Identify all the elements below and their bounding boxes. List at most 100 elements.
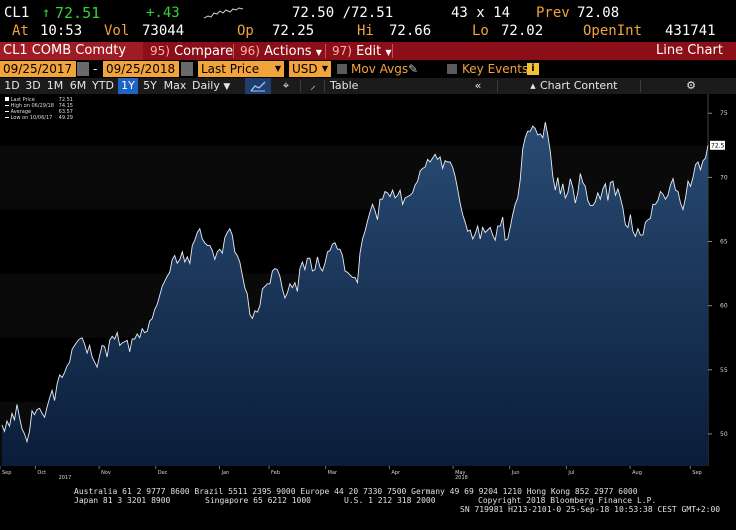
up-arrow-icon: ↑ xyxy=(42,5,51,21)
y-tick-label: 60 xyxy=(720,303,728,310)
caret-down-icon: ▼ xyxy=(385,48,392,57)
open-interest-label: OpenInt xyxy=(583,23,643,39)
start-date-field[interactable]: 09/25/2017 xyxy=(0,61,76,77)
legend-swatch xyxy=(5,105,9,106)
frequency-value: Daily xyxy=(192,79,220,92)
footer-us: U.S. 1 212 318 2000 xyxy=(344,496,436,505)
open-price: 72.25 xyxy=(272,23,315,39)
last-price-tag-text: 72.51 xyxy=(711,142,728,149)
divider xyxy=(324,80,325,92)
open-interest: 431741 xyxy=(665,23,716,39)
cursor-icon[interactable]: ⸝ xyxy=(306,78,320,94)
calendar-icon[interactable] xyxy=(181,62,193,76)
info-icon[interactable]: i xyxy=(527,63,539,75)
line-chart-icon[interactable] xyxy=(245,78,271,94)
period-button[interactable]: 6M xyxy=(68,78,88,94)
divider xyxy=(233,44,234,58)
currency-value: USD xyxy=(292,62,318,76)
gear-icon[interactable]: ⚙ xyxy=(684,78,698,94)
caret-down-icon: ▼ xyxy=(315,48,322,57)
period-button-active[interactable]: 1Y xyxy=(118,78,138,94)
mov-avgs-checkbox[interactable] xyxy=(337,64,347,74)
x-tick-label: Sep xyxy=(2,470,11,476)
y-tick-label: 70 xyxy=(720,174,728,181)
y-tick-label: 50 xyxy=(720,431,728,438)
y-tick-label: 65 xyxy=(720,239,728,246)
legend-swatch xyxy=(5,97,9,101)
end-date-field[interactable]: 09/25/2018 xyxy=(103,61,179,77)
caret-down-icon: ▼ xyxy=(274,64,281,73)
table-button[interactable]: Table xyxy=(330,78,360,94)
ticker: CL1 xyxy=(4,5,30,21)
x-tick-label: Jun xyxy=(511,470,520,476)
compare-label: Compare xyxy=(174,44,234,59)
period-button[interactable]: 3D xyxy=(24,78,42,94)
collapse-left-icon[interactable]: « xyxy=(470,78,486,94)
x-year-label: 2017 xyxy=(59,475,72,481)
chart-content-button[interactable]: Chart Content xyxy=(540,78,617,94)
pencil-icon[interactable]: ✎ xyxy=(408,60,418,78)
crosshair-icon[interactable]: ⌖ xyxy=(278,78,294,94)
y-tick-label: 55 xyxy=(720,367,728,374)
key-events-checkbox[interactable] xyxy=(447,64,457,74)
x-tick-label: Feb xyxy=(271,470,280,476)
divider xyxy=(497,80,498,92)
footer-session: SN 719981 H213-2101-0 25-Sep-18 10:53:38… xyxy=(460,505,721,514)
title-bar: CL1 COMB Comdty 95) Compare 96) Actions … xyxy=(0,42,736,60)
date-separator: - xyxy=(93,62,98,76)
edit-menu[interactable]: 97) Edit ▼ xyxy=(332,42,392,60)
actions-label: Actions xyxy=(264,44,312,59)
frequency-select[interactable]: Daily ▼ xyxy=(192,78,238,94)
legend-swatch xyxy=(5,117,9,118)
at-label: At xyxy=(12,23,29,39)
legend-label: Low on 10/06/17 xyxy=(10,115,53,121)
period-button[interactable]: 1D xyxy=(3,78,21,94)
x-tick-label: Jul xyxy=(567,470,574,476)
x-tick-label: Dec xyxy=(158,470,168,476)
quote-strip: CL1 ↑ 72.51 +.43 72.50 /72.51 43 x 14 Pr… xyxy=(0,0,736,42)
prev-close: 72.08 xyxy=(577,5,620,21)
actions-menu[interactable]: 96) Actions ▼ xyxy=(240,42,322,60)
mov-avgs-label: Mov Avgs xyxy=(351,62,409,76)
last-price-tag: 72.51 xyxy=(710,140,728,150)
x-tick-label: Apr xyxy=(391,470,401,476)
period-button[interactable]: 1M xyxy=(45,78,65,94)
chart-legend: Last Price 72.51 High on 06/29/18 74.15 … xyxy=(5,97,73,121)
bid-ask-size: 43 x 14 xyxy=(451,5,511,21)
currency-select[interactable]: USD ▼ xyxy=(289,61,331,77)
calendar-icon[interactable] xyxy=(77,62,89,76)
divider xyxy=(300,80,301,92)
period-button[interactable]: 5Y xyxy=(141,78,159,94)
sparkline-icon xyxy=(204,7,244,19)
legend-row: Low on 10/06/17 49.29 xyxy=(5,115,73,121)
bid-ask: 72.50 /72.51 xyxy=(292,5,394,21)
edit-shortcut: 97) xyxy=(332,44,352,58)
prev-label: Prev xyxy=(536,5,570,21)
caret-down-icon: ▼ xyxy=(321,64,328,73)
expand-icon[interactable]: ▲ xyxy=(530,78,536,94)
low-price: 72.02 xyxy=(501,23,544,39)
footer-japan: Japan 81 3 3201 8900 xyxy=(74,496,171,505)
chart-toolbar: 1D 3D 1M 6M YTD 1Y 5Y Max Daily ▼ ⌖ ⸝ Ta… xyxy=(0,78,736,94)
chart-canvas: 50 55 60 65 70 75 Sep Oct 2017 Nov Dec Jan Feb Mar Ap… xyxy=(0,94,728,481)
volume-label: Vol xyxy=(104,23,130,39)
x-tick-label: Aug xyxy=(632,470,642,476)
y-axis: 50 55 60 65 70 75 xyxy=(708,110,728,438)
security-field[interactable]: CL1 COMB Comdty xyxy=(0,42,143,60)
open-label: Op xyxy=(237,23,254,39)
actions-shortcut: 96) xyxy=(240,44,260,58)
y-tick-label: 75 xyxy=(720,110,728,117)
compare-button[interactable]: 95) Compare xyxy=(150,42,233,60)
last-price: 72.51 xyxy=(55,4,101,22)
compare-shortcut: 95) xyxy=(150,44,170,58)
legend-swatch xyxy=(5,111,9,112)
field-select[interactable]: Last Price ▼ xyxy=(198,61,284,77)
high-price: 72.66 xyxy=(389,23,432,39)
chart-type-title: Line Chart xyxy=(656,43,723,58)
high-label: Hi xyxy=(357,23,374,39)
price-chart[interactable]: 50 55 60 65 70 75 Sep Oct 2017 Nov Dec Jan Feb Mar Ap… xyxy=(0,94,736,484)
period-button[interactable]: Max xyxy=(162,78,188,94)
caret-down-icon: ▼ xyxy=(223,82,231,92)
footer: Australia 61 2 9777 8600 Brazil 5511 239… xyxy=(0,484,736,530)
period-button[interactable]: YTD xyxy=(91,78,115,94)
